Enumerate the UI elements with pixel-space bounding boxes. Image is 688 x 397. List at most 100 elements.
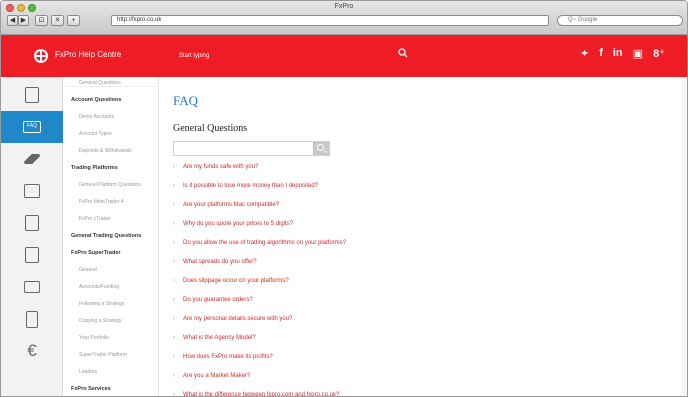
social-links: ✦ f in ▣ 8⁺ [580, 47, 665, 60]
subnav-item[interactable]: Account Types [63, 131, 159, 137]
chevron-right-icon: › [173, 240, 175, 246]
chevron-right-icon: › [173, 392, 175, 397]
cash-icon: € [27, 341, 37, 360]
document-icon [25, 215, 39, 231]
calendar-icon [26, 310, 38, 328]
chevron-right-icon: › [173, 335, 175, 341]
facebook-icon[interactable]: f [599, 47, 603, 60]
subnav-item[interactable]: Deposits & Withdrawals [63, 148, 159, 154]
chevron-right-icon: › [173, 354, 175, 360]
faq-question-link[interactable]: › Are my funds safe with you? [173, 164, 573, 170]
faq-question-link[interactable]: › What is the difference between fxpro.co… [173, 392, 573, 397]
faq-question-text: Are my personal details secure with you? [183, 316, 293, 322]
faq-question-text: How does FxPro make its profits? [183, 354, 273, 360]
icon-sidebar: FAQ € [1, 77, 63, 396]
sidebar-item-faq[interactable]: FAQ [1, 111, 63, 143]
subnav-item[interactable]: SuperTrader Platform [63, 352, 159, 358]
faq-question-text: What spreads do you offer? [183, 259, 257, 265]
faq-question-text: Why do you quote your prices to 5 digits… [183, 221, 294, 227]
faq-question-link[interactable]: › Is it possible to lose more money than … [173, 183, 573, 189]
back-button[interactable]: ◀ [7, 15, 18, 26]
site-search-icon[interactable] [398, 48, 408, 58]
page-title: FAQ [173, 93, 199, 108]
subnav-item[interactable]: Accounts/Funding [63, 284, 159, 290]
sidebar-item-cash[interactable]: € [1, 335, 63, 367]
subnav-item[interactable]: Trading Platforms [63, 165, 159, 171]
faq-question-link[interactable]: › What is the Agency Model? [173, 335, 573, 341]
forms-icon [25, 247, 39, 263]
faq-question-link[interactable]: › Do you allow the use of trading algorit… [173, 240, 573, 246]
faq-question-link[interactable]: › How does FxPro make its profits? [173, 354, 573, 360]
subnav-item[interactable]: General Trading Questions [63, 233, 159, 239]
chevron-right-icon: › [173, 259, 175, 265]
subnav-item[interactable]: Leaders [63, 369, 159, 375]
faq-question-link[interactable]: › Are you a Market Maker? [173, 373, 573, 379]
faq-question-link[interactable]: › Do you guarantee orders? [173, 297, 573, 303]
faq-question-link[interactable]: › Does slippage occur on your platforms? [173, 278, 573, 284]
site-search-input[interactable]: Start typing [173, 49, 413, 63]
googleplus-icon[interactable]: 8⁺ [653, 47, 665, 60]
faq-question-link[interactable]: › Are your platforms Mac compatible? [173, 202, 573, 208]
subnav-item[interactable]: Copying a Strategy [63, 318, 159, 324]
new-tab-button[interactable]: + [67, 15, 80, 26]
stop-button[interactable]: ✕ [51, 15, 64, 26]
scrollbar[interactable] [681, 77, 687, 396]
youtube-icon[interactable]: ▣ [633, 47, 643, 60]
chevron-right-icon: › [173, 202, 175, 208]
subnav-item[interactable]: FxPro cTrader [63, 216, 159, 222]
faq-question-text: What is the difference between fxpro.com… [183, 392, 340, 397]
faq-question-text: Are my funds safe with you? [183, 164, 259, 170]
sidebar-item-documents[interactable] [1, 207, 63, 239]
search-icon [317, 144, 324, 151]
sidebar-item-video[interactable] [1, 271, 63, 303]
subnav-item[interactable]: FxPro MetaTrader 4 [63, 199, 159, 205]
address-bar[interactable]: http://fxpro.co.uk [111, 15, 549, 26]
chevron-right-icon: › [173, 373, 175, 379]
subnav-item[interactable]: General Platform Questions [63, 182, 159, 188]
subnav-item[interactable]: FxPro Services [63, 386, 159, 392]
subnav-item[interactable]: FxPro SuperTrader [63, 250, 159, 256]
faq-question-link[interactable]: › Why do you quote your prices to 5 digit… [173, 221, 573, 227]
sidebar-item-forms[interactable] [1, 239, 63, 271]
sidebar-item-platforms[interactable] [1, 175, 63, 207]
subnav-item[interactable]: General [63, 267, 159, 273]
reader-button[interactable]: ⊡ [35, 15, 48, 26]
twitter-icon[interactable]: ✦ [580, 47, 589, 60]
video-icon [24, 281, 40, 293]
education-icon [24, 154, 40, 164]
section-title: General Questions [173, 123, 248, 134]
faq-question-text: Are you a Market Maker? [183, 373, 251, 379]
chevron-right-icon: › [173, 183, 175, 189]
subnav-item[interactable]: Your Portfolio [63, 335, 159, 341]
faq-question-text: Does slippage occur on your platforms? [183, 278, 289, 284]
faq-search-input[interactable] [173, 141, 330, 156]
chevron-right-icon: › [173, 164, 175, 170]
fxpro-logo-icon[interactable] [34, 49, 48, 63]
chevron-right-icon: › [173, 278, 175, 284]
help-icon [25, 87, 39, 103]
browser-search-placeholder: Q~ Google [568, 17, 598, 23]
sidebar-item-education[interactable] [1, 143, 63, 175]
subnav-item[interactable]: Demo Accounts [63, 114, 159, 120]
faq-search-button[interactable] [313, 142, 329, 155]
linkedin-icon[interactable]: in [613, 47, 623, 60]
site-header: FxPro Help Centre Start typing ✦ f in ▣ … [1, 35, 687, 77]
chevron-right-icon: › [173, 316, 175, 322]
faq-question-text: Do you allow the use of trading algorith… [183, 240, 347, 246]
faq-category-nav: General Questions Account Questions Demo A… [63, 77, 159, 396]
site-brand[interactable]: FxPro Help Centre [55, 50, 121, 59]
sidebar-item-help[interactable] [1, 79, 63, 111]
forward-button[interactable]: ▶ [18, 15, 29, 26]
browser-search-field[interactable]: Q~ Google [557, 15, 683, 26]
faq-question-text: Do you guarantee orders? [183, 297, 253, 303]
faq-question-text: Are your platforms Mac compatible? [183, 202, 280, 208]
sidebar-item-calendar[interactable] [1, 303, 63, 335]
subnav-item[interactable]: General Questions [63, 80, 159, 87]
faq-question-link[interactable]: › What spreads do you offer? [173, 259, 573, 265]
faq-question-link[interactable]: › Are my personal details secure with you… [173, 316, 573, 322]
title-bar: FxPro ◀ ▶ ⊡ ✕ + http://fxpro.co.uk Q~ Go… [1, 1, 687, 35]
main-content: FAQ General Questions › Are my funds safe… [173, 77, 683, 397]
faq-question-text: Is it possible to lose more money than I… [183, 183, 319, 189]
subnav-item[interactable]: Account Questions [63, 97, 159, 103]
subnav-item[interactable]: Following a Strategy [63, 301, 159, 307]
